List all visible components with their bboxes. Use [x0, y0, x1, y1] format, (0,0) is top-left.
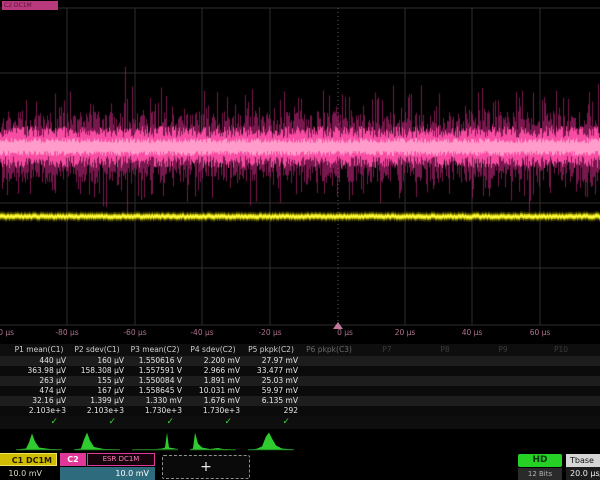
trace-annotation-badge: C2 DC1M: [2, 1, 58, 10]
measure-row-min: 263 µV 155 µV 1.550084 V 1.891 mV 25.03 …: [0, 376, 600, 386]
measure-value: 1.891 mV: [184, 376, 240, 386]
param-header-p1[interactable]: P1 mean(C1): [10, 344, 68, 356]
histicon-p1[interactable]: [16, 430, 62, 451]
measure-value: 59.97 mV: [242, 386, 298, 396]
param-header-p10[interactable]: P10: [532, 344, 590, 356]
measure-value: 2.103e+3: [10, 406, 66, 416]
channel-c1-descriptor[interactable]: C1 DC1M: [0, 453, 57, 466]
param-header-p7[interactable]: P7: [358, 344, 416, 356]
measure-value: 25.03 mV: [242, 376, 298, 386]
measure-value: 155 µV: [68, 376, 124, 386]
measure-status-row: ✓ ✓ ✓ ✓ ✓: [0, 416, 600, 429]
measurement-header-row: P1 mean(C1) P2 sdev(C1) P3 mean(C2) P4 s…: [0, 344, 600, 356]
measure-value: 1.557591 V: [126, 366, 182, 376]
measure-value: 2.103e+3: [68, 406, 124, 416]
measure-row-mean: 363.98 µV 158.308 µV 1.557591 V 2.966 mV…: [0, 366, 600, 376]
measure-value: 167 µV: [68, 386, 124, 396]
channel-c2-coupling[interactable]: ESR DC1M: [87, 453, 155, 466]
trigger-position-marker-icon[interactable]: [333, 322, 343, 329]
measure-value: 1.558645 V: [126, 386, 182, 396]
param-header-p8[interactable]: P8: [416, 344, 474, 356]
param-header-p9[interactable]: P9: [474, 344, 532, 356]
add-trace-button[interactable]: +: [162, 455, 250, 479]
measure-row-value: 440 µV 160 µV 1.550616 V 2.200 mV 27.97 …: [0, 356, 600, 366]
param-header-p5[interactable]: P5 pkpk(C2): [242, 344, 300, 356]
param-header-p3[interactable]: P3 mean(C2): [126, 344, 184, 356]
status-check-icon: ✓: [68, 416, 124, 429]
measure-value: 2.200 mV: [184, 356, 240, 366]
histicon-p5[interactable]: [248, 430, 294, 451]
time-tick: -80 µs: [55, 328, 78, 337]
channel-c2-vdiv: 10.0 mV: [60, 467, 155, 480]
measure-value: 10.031 mV: [184, 386, 240, 396]
measure-value: 292: [242, 406, 298, 416]
measure-value: 474 µV: [10, 386, 66, 396]
time-tick: -60 µs: [123, 328, 146, 337]
histicon-p4[interactable]: [190, 430, 236, 451]
histicon-p2[interactable]: [74, 430, 120, 451]
waveform-traces: [0, 0, 600, 330]
time-tick: -40 µs: [190, 328, 213, 337]
measure-value: 32.16 µV: [10, 396, 66, 406]
measure-value: 440 µV: [10, 356, 66, 366]
measure-value: 1.330 mV: [126, 396, 182, 406]
hd-mode-badge[interactable]: HD: [518, 454, 562, 467]
measure-row-num: 2.103e+3 2.103e+3 1.730e+3 1.730e+3 292: [0, 406, 600, 416]
time-tick: 40 µs: [462, 328, 483, 337]
measurement-table: P1 mean(C1) P2 sdev(C1) P3 mean(C2) P4 s…: [0, 344, 600, 429]
time-tick: 20 µs: [395, 328, 416, 337]
measure-row-max: 474 µV 167 µV 1.558645 V 10.031 mV 59.97…: [0, 386, 600, 396]
measure-value: 1.730e+3: [126, 406, 182, 416]
time-tick: 0 µs: [337, 328, 353, 337]
measure-value: 1.550616 V: [126, 356, 182, 366]
oscilloscope-screen: C2 DC1M -100 µs -80 µs -60 µs -40 µs -20…: [0, 0, 600, 480]
measure-value: 160 µV: [68, 356, 124, 366]
measure-value: 363.98 µV: [10, 366, 66, 376]
param-header-p2[interactable]: P2 sdev(C1): [68, 344, 126, 356]
measure-value: 27.97 mV: [242, 356, 298, 366]
status-check-icon: ✓: [10, 416, 66, 429]
hd-bits-label: 12 Bits: [518, 468, 562, 480]
measure-value: 33.477 mV: [242, 366, 298, 376]
param-header-p6[interactable]: P6 pkpk(C3): [300, 344, 358, 356]
status-check-icon: ✓: [242, 416, 298, 429]
measure-value: 1.730e+3: [184, 406, 240, 416]
measure-value: 6.135 mV: [242, 396, 298, 406]
time-axis: -100 µs -80 µs -60 µs -40 µs -20 µs 0 µs…: [0, 325, 600, 341]
measure-value: 2.966 mV: [184, 366, 240, 376]
timebase-descriptor[interactable]: Tbase: [566, 454, 600, 467]
measure-value: 1.399 µV: [68, 396, 124, 406]
time-tick: -100 µs: [0, 328, 14, 337]
status-check-icon: ✓: [184, 416, 240, 429]
time-tick: -20 µs: [258, 328, 281, 337]
measure-value: 158.308 µV: [68, 366, 124, 376]
channel-c2-descriptor[interactable]: C2: [60, 453, 86, 466]
channel-c1-vdiv: 10.0 mV: [0, 467, 42, 480]
measure-row-sdev: 32.16 µV 1.399 µV 1.330 mV 1.676 mV 6.13…: [0, 396, 600, 406]
measure-value: 263 µV: [10, 376, 66, 386]
time-tick: 60 µs: [530, 328, 551, 337]
status-check-icon: ✓: [126, 416, 182, 429]
param-header-p4[interactable]: P4 sdev(C2): [184, 344, 242, 356]
timebase-value: 20.0 µs/div: [566, 467, 600, 480]
measure-value: 1.676 mV: [184, 396, 240, 406]
measure-value: 1.550084 V: [126, 376, 182, 386]
histicon-p3[interactable]: [132, 430, 178, 451]
